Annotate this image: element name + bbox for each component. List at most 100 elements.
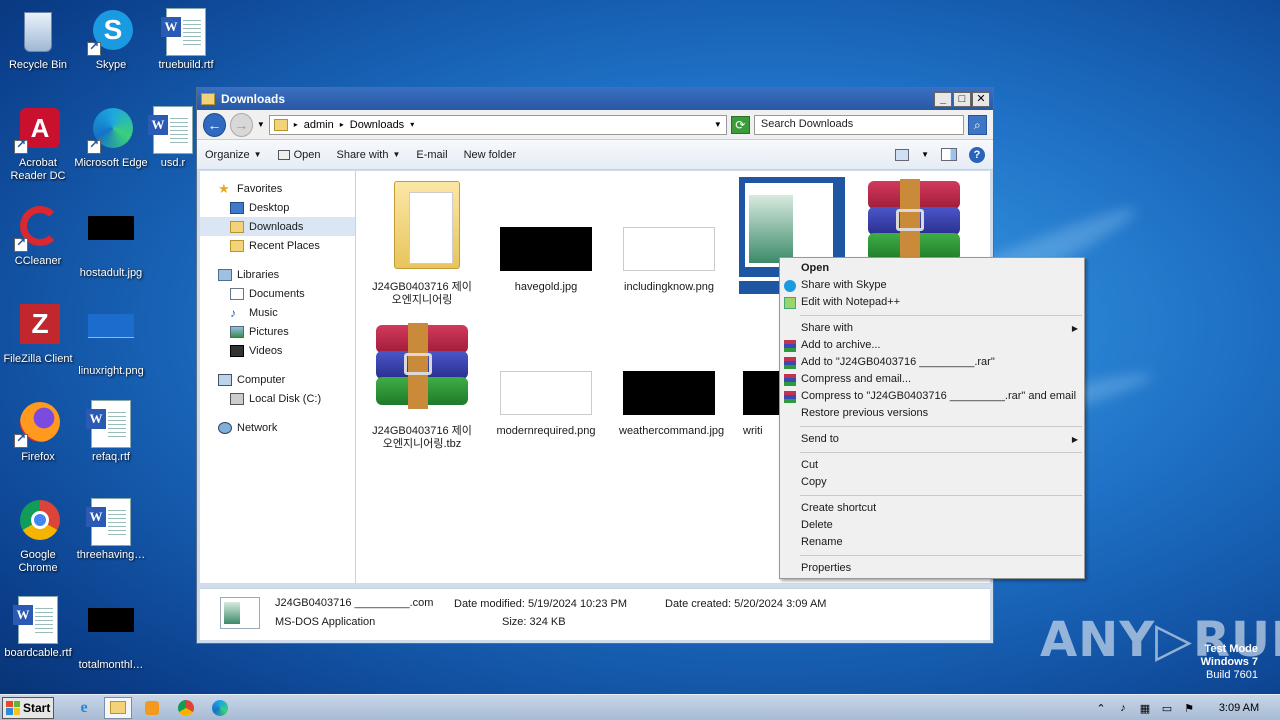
desktop-icon-boardcable[interactable]: W boardcable.rtf xyxy=(0,596,76,660)
menu-item-add-archive[interactable]: Add to archive... xyxy=(780,337,1084,354)
power-icon[interactable]: ▭ xyxy=(1160,702,1174,715)
address-bar[interactable]: ▸ admin ▸ Downloads ▾ ▼ xyxy=(268,114,727,135)
taskbar-explorer[interactable] xyxy=(104,696,132,719)
file-item[interactable]: havegold.jpg xyxy=(496,177,596,294)
winrar-icon xyxy=(784,374,796,386)
file-name: havegold.jpg xyxy=(514,281,578,293)
nav-local-disk[interactable]: Local Disk (C:) xyxy=(200,389,355,408)
desktop-icon-filezilla[interactable]: Z FileZilla Client xyxy=(0,302,76,366)
email-button[interactable]: E-mail xyxy=(416,149,447,161)
action-center-flag-icon[interactable]: ⚑ xyxy=(1182,702,1196,715)
forward-button[interactable]: → xyxy=(229,112,253,137)
menu-item-share-skype[interactable]: Share with Skype xyxy=(780,277,1084,294)
breadcrumb-admin[interactable]: admin xyxy=(304,119,334,131)
view-dropdown-icon[interactable]: ▼ xyxy=(921,150,929,159)
preview-pane-icon[interactable] xyxy=(941,148,957,161)
desktop-icon-hostadult[interactable]: hostadult.jpg xyxy=(73,204,149,280)
nav-favorites[interactable]: ★ Favorites xyxy=(200,179,355,198)
taskbar-internet-explorer[interactable]: e xyxy=(70,697,98,719)
recent-pages-dropdown[interactable]: ▼ xyxy=(257,120,265,129)
winrar-icon xyxy=(784,340,796,352)
close-button[interactable]: ✕ xyxy=(972,91,990,107)
menu-item-delete[interactable]: Delete xyxy=(780,517,1084,534)
desktop-icon-edge[interactable]: Microsoft Edge xyxy=(73,106,149,170)
desktop-icon-label: linuxright.png xyxy=(78,365,144,377)
nav-libraries[interactable]: Libraries xyxy=(200,265,355,284)
share-with-button[interactable]: Share with ▼ xyxy=(336,149,400,161)
nav-downloads[interactable]: Downloads xyxy=(200,217,355,236)
refresh-button[interactable]: ⟳ xyxy=(730,115,750,134)
menu-separator xyxy=(800,452,1082,453)
window-titlebar[interactable]: Downloads _ □ ✕ xyxy=(197,88,993,110)
desktop-icon-acrobat[interactable]: A Acrobat Reader DC xyxy=(0,106,76,183)
menu-item-compress-to-rar-email[interactable]: Compress to "J24GB0403716 _________.rar"… xyxy=(780,388,1084,405)
organize-button[interactable]: Organize ▼ xyxy=(205,149,262,161)
minimize-button[interactable]: _ xyxy=(934,91,952,107)
menu-item-edit-notepadpp[interactable]: Edit with Notepad++ xyxy=(780,294,1084,311)
start-button[interactable]: Start xyxy=(2,696,54,719)
file-item[interactable]: J24GB0403716 제이오엔지니어링.tbz xyxy=(372,321,472,451)
nav-recent-places[interactable]: Recent Places xyxy=(200,236,355,255)
desktop-icon-totalmonthly[interactable]: totalmonthl… xyxy=(73,596,149,672)
open-button[interactable]: Open xyxy=(277,149,320,161)
back-button[interactable]: ← xyxy=(203,112,226,137)
desktop-icon-skype[interactable]: S Skype xyxy=(73,8,149,72)
nav-desktop[interactable]: Desktop xyxy=(200,198,355,217)
desktop-icon-label: totalmonthl… xyxy=(78,659,144,671)
menu-item-create-shortcut[interactable]: Create shortcut xyxy=(780,500,1084,517)
new-folder-button[interactable]: New folder xyxy=(464,149,517,161)
windows-logo-icon xyxy=(6,700,20,715)
network-icon[interactable]: ▦ xyxy=(1138,702,1152,715)
speaker-icon[interactable]: ♪ xyxy=(1116,702,1130,714)
image-file-icon xyxy=(87,608,135,656)
desktop-icon-usd[interactable]: W usd.r xyxy=(148,106,198,170)
menu-item-rename[interactable]: Rename xyxy=(780,534,1084,551)
file-item[interactable]: includingknow.png xyxy=(619,177,719,294)
breadcrumb-downloads[interactable]: Downloads xyxy=(350,119,404,131)
menu-item-add-to-rar[interactable]: Add to "J24GB0403716 _________.rar" xyxy=(780,354,1084,371)
taskbar: Start e ⌃ ♪ ▦ ▭ ⚑ 3:09 AM xyxy=(0,694,1280,720)
menu-item-cut[interactable]: Cut xyxy=(780,457,1084,474)
nav-music[interactable]: ♪ Music xyxy=(200,303,355,322)
nav-network[interactable]: Network xyxy=(200,418,355,437)
desktop-icon-firefox[interactable]: Firefox xyxy=(0,400,76,464)
menu-item-restore-versions[interactable]: Restore previous versions xyxy=(780,405,1084,422)
address-dropdown-icon[interactable]: ▼ xyxy=(714,120,722,129)
taskbar-media-player[interactable] xyxy=(138,697,166,719)
desktop-icon-chrome[interactable]: Google Chrome xyxy=(0,498,76,575)
test-mode-watermark: Test Mode Windows 7 Build 7601 xyxy=(1200,643,1258,681)
desktop-icon-ccleaner[interactable]: CCleaner xyxy=(0,204,76,268)
desktop-icon-linuxright[interactable]: linuxright.png xyxy=(73,302,149,378)
desktop-icon-recycle-bin[interactable]: Recycle Bin xyxy=(0,8,76,72)
show-hidden-icons-icon[interactable]: ⌃ xyxy=(1094,702,1108,715)
search-icon[interactable]: ⌕ xyxy=(967,114,987,135)
desktop-icon-threehaving[interactable]: W threehaving… xyxy=(73,498,149,562)
file-item[interactable]: weathercommand.jpg xyxy=(619,321,724,438)
menu-item-copy[interactable]: Copy xyxy=(780,474,1084,491)
menu-item-send-to[interactable]: Send to ▶ xyxy=(780,431,1084,448)
file-item[interactable]: modernrequired.png xyxy=(496,321,596,438)
nav-videos[interactable]: Videos xyxy=(200,341,355,360)
file-item[interactable]: writi xyxy=(739,321,779,438)
desktop-icon-label: Firefox xyxy=(21,451,55,463)
chrome-icon xyxy=(14,498,62,546)
menu-item-compress-email[interactable]: Compress and email... xyxy=(780,371,1084,388)
maximize-button[interactable]: □ xyxy=(953,91,971,107)
menu-item-share-with[interactable]: Share with ▶ xyxy=(780,320,1084,337)
nav-computer[interactable]: Computer xyxy=(200,370,355,389)
taskbar-edge[interactable] xyxy=(206,697,234,719)
view-options-icon[interactable] xyxy=(895,148,910,161)
nav-pictures[interactable]: Pictures xyxy=(200,322,355,341)
submenu-arrow-icon: ▶ xyxy=(1071,435,1078,444)
taskbar-chrome[interactable] xyxy=(172,697,200,719)
chrome-icon xyxy=(178,699,194,716)
help-icon[interactable]: ? xyxy=(969,146,985,163)
menu-item-open[interactable]: Open xyxy=(780,260,1084,277)
clock[interactable]: 3:09 AM xyxy=(1204,702,1274,714)
search-input[interactable]: Search Downloads xyxy=(753,114,964,135)
desktop-icon-truebuild[interactable]: W truebuild.rtf xyxy=(148,8,224,72)
file-item[interactable]: J24GB0403716 제이오엔지니어링 xyxy=(372,177,472,307)
menu-item-properties[interactable]: Properties xyxy=(780,560,1084,577)
desktop-icon-refaq[interactable]: W refaq.rtf xyxy=(73,400,149,464)
nav-documents[interactable]: Documents xyxy=(200,284,355,303)
